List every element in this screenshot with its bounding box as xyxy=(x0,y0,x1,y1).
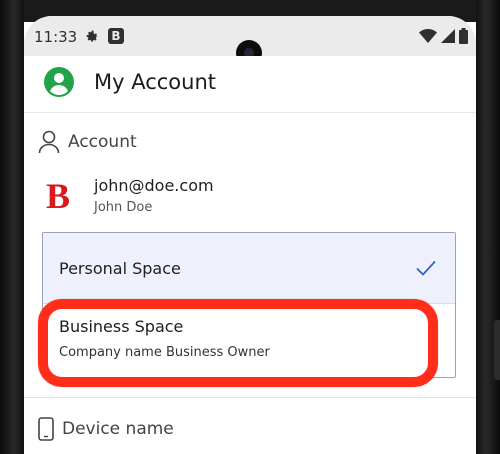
space-selector: Personal Space Business Space Company na… xyxy=(42,232,456,378)
space-option-business[interactable]: Business Space Company name Business Own… xyxy=(43,305,455,377)
space-option-label: Personal Space xyxy=(59,259,181,278)
page-title: My Account xyxy=(94,70,217,94)
account-section-header: Account xyxy=(38,130,137,154)
b-notification-icon: B xyxy=(108,28,124,44)
space-option-label: Business Space xyxy=(59,317,184,336)
space-option-personal[interactable]: Personal Space xyxy=(43,233,455,304)
gear-icon xyxy=(86,30,98,42)
brand-logo-icon: B xyxy=(46,178,70,212)
person-outline-icon xyxy=(38,130,60,154)
account-email: john@doe.com xyxy=(94,176,214,195)
app-bar: My Account xyxy=(24,56,476,113)
space-option-description: Company name Business Owner xyxy=(59,345,270,360)
checkmark-icon xyxy=(416,260,436,276)
device-side-button xyxy=(494,320,500,380)
signal-icon xyxy=(441,29,455,43)
battery-icon xyxy=(459,28,468,44)
device-frame: 11:33 B My Account Account B john@doe.co… xyxy=(0,0,500,454)
status-icons xyxy=(419,28,468,44)
account-row[interactable]: B john@doe.com John Doe xyxy=(44,176,464,226)
account-section-label: Account xyxy=(68,132,137,152)
device-right-bezel xyxy=(476,0,500,454)
brand-logo-letter: B xyxy=(46,178,70,212)
screen: 11:33 B My Account Account B john@doe.co… xyxy=(24,16,476,454)
account-name: John Doe xyxy=(94,200,153,215)
device-name-label: Device name xyxy=(62,419,174,439)
section-divider xyxy=(24,397,476,398)
account-circle-icon xyxy=(44,67,74,97)
status-time: 11:33 xyxy=(34,28,78,46)
smartphone-icon xyxy=(38,417,54,441)
wifi-icon xyxy=(419,29,437,43)
device-left-bezel xyxy=(0,0,24,454)
device-name-section-header[interactable]: Device name xyxy=(38,416,174,442)
